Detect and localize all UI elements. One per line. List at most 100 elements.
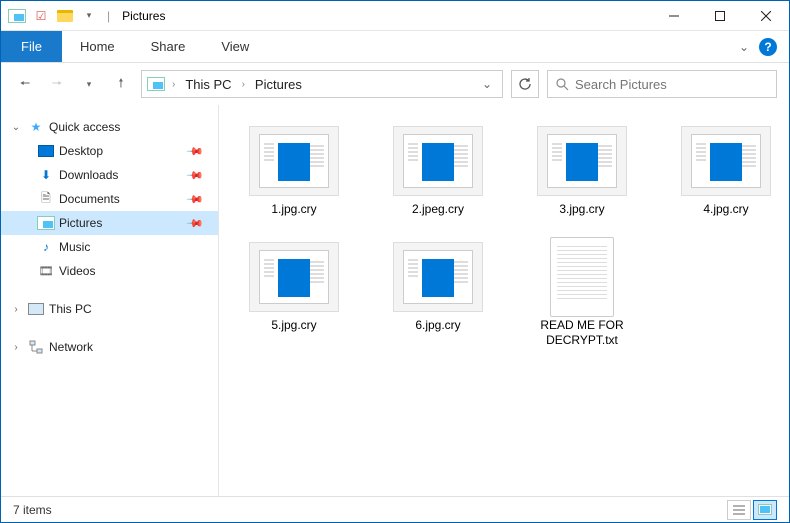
chevron-right-icon[interactable]: ›: [172, 79, 175, 90]
file-thumb: [537, 126, 627, 196]
sidebar-item-downloads[interactable]: ⬇ Downloads 📌: [1, 163, 218, 187]
breadcrumb-thispc[interactable]: This PC: [181, 75, 235, 94]
pin-icon: 📌: [186, 142, 205, 161]
help-icon[interactable]: ?: [759, 38, 777, 56]
navbar: 🠔 🠖 ▾ 🠕 › This PC › Pictures ⌄: [1, 63, 789, 105]
image-file-icon: [259, 134, 329, 188]
chevron-down-icon[interactable]: ⌄: [9, 122, 23, 133]
image-file-icon: [403, 134, 473, 188]
sidebar-item-videos[interactable]: 🎞 Videos: [1, 259, 218, 283]
tab-share[interactable]: Share: [133, 31, 204, 62]
breadcrumb-pictures[interactable]: Pictures: [251, 75, 306, 94]
pictures-icon: [37, 214, 55, 232]
close-button[interactable]: [743, 1, 789, 31]
sidebar-item-desktop[interactable]: Desktop 📌: [1, 139, 218, 163]
file-item[interactable]: 5.jpg.cry: [229, 235, 359, 356]
chevron-right-icon[interactable]: ›: [242, 79, 245, 90]
tree-quick-access-group: ⌄ ★ Quick access Desktop 📌 ⬇ Downloads 📌…: [1, 115, 218, 283]
file-item[interactable]: 2.jpeg.cry: [373, 119, 503, 225]
status-count: 7 items: [13, 503, 52, 517]
file-item[interactable]: READ ME FOR DECRYPT.txt: [517, 235, 647, 356]
titlebar-left: ☑ ▾ | Pictures: [1, 6, 165, 26]
view-thumbnails-button[interactable]: [753, 500, 777, 520]
file-name: 4.jpg.cry: [703, 202, 748, 218]
videos-icon: 🎞: [37, 262, 55, 280]
ribbon-right: ⌄ ?: [739, 31, 789, 62]
address-dropdown-icon[interactable]: ⌄: [476, 77, 498, 91]
tree-label: Quick access: [49, 120, 210, 134]
search-input[interactable]: [575, 77, 768, 92]
content-pane[interactable]: 1.jpg.cry 2.jpeg.cry 3.jpg.cry 4.jpg.cry 5.j…: [219, 105, 789, 496]
qat-newfolder-icon[interactable]: [55, 6, 75, 26]
file-thumb: [393, 126, 483, 196]
text-file-icon: [550, 237, 614, 317]
address-icon: [146, 74, 166, 94]
pin-icon: 📌: [186, 190, 205, 209]
file-tab[interactable]: File: [1, 31, 62, 62]
maximize-button[interactable]: [697, 1, 743, 31]
window-controls: [651, 1, 789, 31]
forward-button[interactable]: 🠖: [45, 72, 69, 96]
tree-label: Network: [49, 340, 210, 354]
sidebar-item-music[interactable]: ♪ Music: [1, 235, 218, 259]
tree-quick-access[interactable]: ⌄ ★ Quick access: [1, 115, 218, 139]
downloads-icon: ⬇: [37, 166, 55, 184]
address-bar[interactable]: › This PC › Pictures ⌄: [141, 70, 503, 98]
file-name: 1.jpg.cry: [271, 202, 316, 218]
tree-label: Documents: [59, 192, 184, 206]
qat-properties-icon[interactable]: ☑: [31, 6, 51, 26]
chevron-right-icon[interactable]: ›: [9, 304, 23, 315]
refresh-button[interactable]: [511, 70, 539, 98]
tree-label: Pictures: [59, 216, 184, 230]
search-icon: [556, 78, 569, 91]
qat-dropdown-icon[interactable]: ▾: [79, 6, 99, 26]
file-name: READ ME FOR DECRYPT.txt: [527, 318, 637, 349]
chevron-right-icon[interactable]: ›: [9, 342, 23, 353]
network-icon: [27, 338, 45, 356]
file-item[interactable]: 4.jpg.cry: [661, 119, 789, 225]
file-thumb: [681, 126, 771, 196]
file-thumb: [393, 242, 483, 312]
search-box[interactable]: [547, 70, 777, 98]
main: ⌄ ★ Quick access Desktop 📌 ⬇ Downloads 📌…: [1, 105, 789, 496]
statusbar: 7 items: [1, 496, 789, 522]
tree-network-group: › Network: [1, 335, 218, 359]
tab-home[interactable]: Home: [62, 31, 133, 62]
pin-icon: 📌: [186, 214, 205, 233]
music-icon: ♪: [37, 238, 55, 256]
tree-network[interactable]: › Network: [1, 335, 218, 359]
titlebar: ☑ ▾ | Pictures: [1, 1, 789, 31]
view-details-button[interactable]: [727, 500, 751, 520]
recent-dropdown-icon[interactable]: ▾: [77, 72, 101, 96]
file-thumb: [537, 242, 627, 312]
view-switch: [727, 500, 777, 520]
file-thumb: [249, 242, 339, 312]
file-name: 5.jpg.cry: [271, 318, 316, 334]
sidebar-item-pictures[interactable]: Pictures 📌: [1, 211, 218, 235]
desktop-icon: [37, 142, 55, 160]
app-icon: [7, 6, 27, 26]
file-item[interactable]: 1.jpg.cry: [229, 119, 359, 225]
file-name: 6.jpg.cry: [415, 318, 460, 334]
tree-label: Videos: [59, 264, 210, 278]
sidebar-item-documents[interactable]: 🗎 Documents 📌: [1, 187, 218, 211]
back-button[interactable]: 🠔: [13, 72, 37, 96]
documents-icon: 🗎: [37, 190, 55, 208]
pc-icon: [27, 300, 45, 318]
up-button[interactable]: 🠕: [109, 72, 133, 96]
image-file-icon: [691, 134, 761, 188]
image-file-icon: [259, 250, 329, 304]
image-file-icon: [547, 134, 617, 188]
file-item[interactable]: 6.jpg.cry: [373, 235, 503, 356]
file-name: 3.jpg.cry: [559, 202, 604, 218]
tree-thispc[interactable]: › This PC: [1, 297, 218, 321]
tab-view[interactable]: View: [203, 31, 267, 62]
ribbon-expand-icon[interactable]: ⌄: [739, 40, 749, 54]
minimize-button[interactable]: [651, 1, 697, 31]
tree-label: Downloads: [59, 168, 184, 182]
tree-thispc-group: › This PC: [1, 297, 218, 321]
file-item[interactable]: 3.jpg.cry: [517, 119, 647, 225]
image-file-icon: [403, 250, 473, 304]
pin-icon: 📌: [186, 166, 205, 185]
sidebar: ⌄ ★ Quick access Desktop 📌 ⬇ Downloads 📌…: [1, 105, 219, 496]
